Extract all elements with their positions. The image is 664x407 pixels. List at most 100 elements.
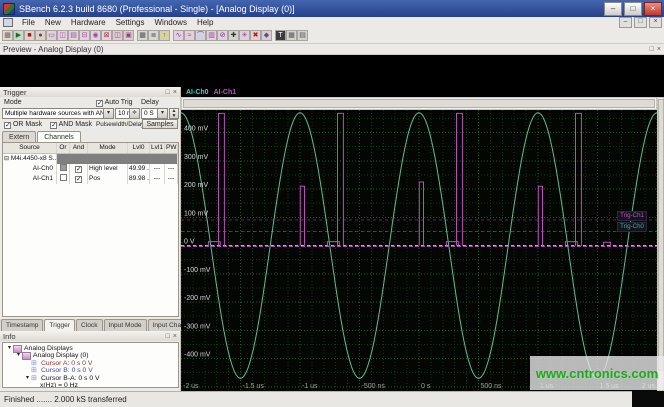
tree-item-analog-display-0-[interactable]: ▾ Analog Display (0) (3, 352, 178, 361)
new-card-icon[interactable]: ▦ (2, 30, 13, 41)
delay-spinbox[interactable]: ▲ ▼ (169, 108, 179, 119)
expander-icon[interactable]: ▾ (6, 345, 13, 352)
expander-icon[interactable]: ▾ (24, 375, 31, 382)
start-acquisition-icon[interactable]: ▶ (13, 30, 24, 41)
table-row[interactable]: AI-Ch1✓Pos89.98 ...------ (3, 174, 178, 184)
and-checkbox[interactable]: ✓ (75, 166, 82, 173)
text-note-icon[interactable]: T (275, 30, 286, 41)
fft-icon[interactable]: ⌒ (195, 30, 206, 41)
mdi-minimize-button[interactable]: – (619, 17, 632, 28)
histogram-icon[interactable]: ▥ (206, 30, 217, 41)
info-close-icon[interactable]: × (173, 332, 177, 341)
timeout-spin-icon[interactable]: ≑ (129, 109, 139, 118)
tree-item-cursor-b-a[interactable]: ▾ ⊞ Cursor B-A: 0 s 0 V (3, 375, 178, 382)
preview-display-icon[interactable]: ▭ (46, 30, 57, 41)
trigger-float-icon[interactable]: □ (166, 88, 170, 97)
or-checkbox[interactable] (59, 174, 67, 181)
preview-display-area[interactable] (0, 55, 664, 87)
auto-trig-checkbox-box[interactable]: ✓ (96, 100, 103, 107)
trigger-mode-combo[interactable]: Multiple hardware sources with AND/OR ▾ (2, 108, 114, 119)
combo-arrow-icon[interactable]: ▾ (103, 109, 113, 118)
and-checkbox-cell[interactable]: ✓ (70, 164, 88, 174)
menu-new[interactable]: New (40, 17, 66, 28)
and-mask-checkbox[interactable]: ✓ AND Mask (50, 121, 92, 129)
stop-acquisition-icon[interactable]: ■ (24, 30, 35, 41)
preview-float-icon[interactable]: □ (650, 45, 654, 54)
tile-displays-icon[interactable]: ◫ (112, 30, 123, 41)
channel-label-ai-ch0[interactable]: AI-Ch0 (186, 89, 209, 96)
expander-icon[interactable]: ▾ (15, 352, 22, 359)
horizontal-scrollbar[interactable] (181, 97, 657, 110)
crosshair-icon[interactable]: ✚ (228, 30, 239, 41)
grid-view-icon[interactable]: ▤ (297, 30, 308, 41)
mdi-close-button[interactable]: × (649, 17, 662, 28)
mode-cell[interactable]: High level (88, 164, 128, 174)
maximize-button[interactable]: □ (624, 1, 642, 16)
mdi-restore-button[interactable]: □ (634, 17, 647, 28)
info-float-icon[interactable]: □ (166, 332, 170, 341)
signal-tools-icon[interactable]: ∿ (173, 30, 184, 41)
trigger-close-icon[interactable]: × (173, 88, 177, 97)
or-mask-checkbox[interactable]: ✓ OR Mask (4, 121, 42, 129)
or-checkbox[interactable] (59, 164, 67, 171)
tab-timestamp[interactable]: Timestamp (1, 319, 44, 331)
lvl0-cell[interactable]: 89.98 ... (128, 174, 150, 184)
close-display-icon[interactable]: ⊠ (101, 30, 112, 41)
tab-input-mode[interactable]: Input Mode (103, 319, 147, 331)
mode-cell[interactable]: Pos (88, 174, 128, 184)
menu-settings[interactable]: Settings (111, 17, 150, 28)
close-button[interactable]: × (644, 1, 662, 16)
analog-display-icon[interactable]: ◫ (57, 30, 68, 41)
delay-combo-arrow-icon[interactable]: ▾ (157, 109, 167, 118)
export-icon[interactable]: ↑ (159, 30, 170, 41)
or-checkbox-cell[interactable] (57, 164, 70, 174)
average-icon[interactable]: ≈ (184, 30, 195, 41)
horizontal-scrollbar-thumb[interactable] (183, 99, 655, 108)
menu-help[interactable]: Help (192, 17, 218, 28)
trigger-timeout-field[interactable]: 10 ms ≑ (115, 108, 140, 119)
combined-display-icon[interactable]: ⊟ (79, 30, 90, 41)
channel-label-ai-ch1[interactable]: AI-Ch1 (214, 89, 237, 96)
menu-hardware[interactable]: Hardware (66, 17, 111, 28)
vertical-scrollbar-thumb[interactable] (658, 99, 664, 371)
waveform-plot[interactable]: 400 mV 300 mV 200 mV 100 mV 0 V -100 mV -200 m… (181, 110, 657, 391)
and-checkbox[interactable]: ✓ (75, 176, 82, 183)
table-row[interactable]: AI-Ch0✓High level49.99 ...------ (3, 164, 178, 174)
lvl1-cell: --- (150, 174, 165, 184)
snap-icon[interactable]: ◆ (261, 30, 272, 41)
display-icon (22, 352, 31, 361)
record-icon[interactable]: ● (35, 30, 46, 41)
y-tick-label: -100 mV (184, 267, 211, 274)
vertical-scrollbar[interactable] (657, 97, 664, 391)
minimize-button[interactable]: – (604, 1, 622, 16)
star-burst-icon[interactable]: ✳ (239, 30, 250, 41)
calculator-icon[interactable]: ▦ (137, 30, 148, 41)
auto-trig-checkbox[interactable]: ✓ Auto Trig (96, 99, 133, 107)
and-checkbox-cell[interactable]: ✓ (70, 174, 88, 184)
column-lvl1: Lvl1 (150, 143, 165, 153)
tree-item-cursor-a[interactable]: ⊞ Cursor A: 0 s 0 V (3, 360, 178, 367)
mdi-child-icon[interactable] (3, 18, 13, 27)
tab-trigger[interactable]: Trigger (44, 319, 76, 331)
delay-combo[interactable]: 0 S ▾ (141, 108, 168, 119)
tree-item-x-hz-0-hz[interactable]: x(Hz) = 0 Hz (3, 382, 178, 387)
tab-extern[interactable]: Extern (2, 131, 37, 142)
tree-item-cursor-b[interactable]: ⊞ Cursor B: 0 s 0 V (3, 367, 178, 374)
cascade-displays-icon[interactable]: ▣ (123, 30, 134, 41)
disable-icon[interactable]: ⊘ (217, 30, 228, 41)
or-checkbox-cell[interactable] (57, 174, 70, 184)
tab-channels[interactable]: Channels (37, 131, 81, 142)
table-group-row[interactable]: ⊟ M4i.4450-x8 S... (3, 154, 178, 164)
lvl0-cell[interactable]: 49.99 ... (128, 164, 150, 174)
xy-display-icon[interactable]: ◉ (90, 30, 101, 41)
digital-display-icon[interactable]: ▤ (68, 30, 79, 41)
preview-close-icon[interactable]: × (657, 45, 661, 54)
info-list-icon[interactable]: ≣ (148, 30, 159, 41)
y-tick-label: 100 mV (184, 210, 208, 217)
menu-file[interactable]: File (17, 17, 40, 28)
tab-clock[interactable]: Clock (76, 319, 103, 331)
menu-windows[interactable]: Windows (150, 17, 192, 28)
table-view-icon[interactable]: ▦ (286, 30, 297, 41)
samples-button[interactable]: Samples (142, 119, 178, 129)
delete-icon[interactable]: ✖ (250, 30, 261, 41)
